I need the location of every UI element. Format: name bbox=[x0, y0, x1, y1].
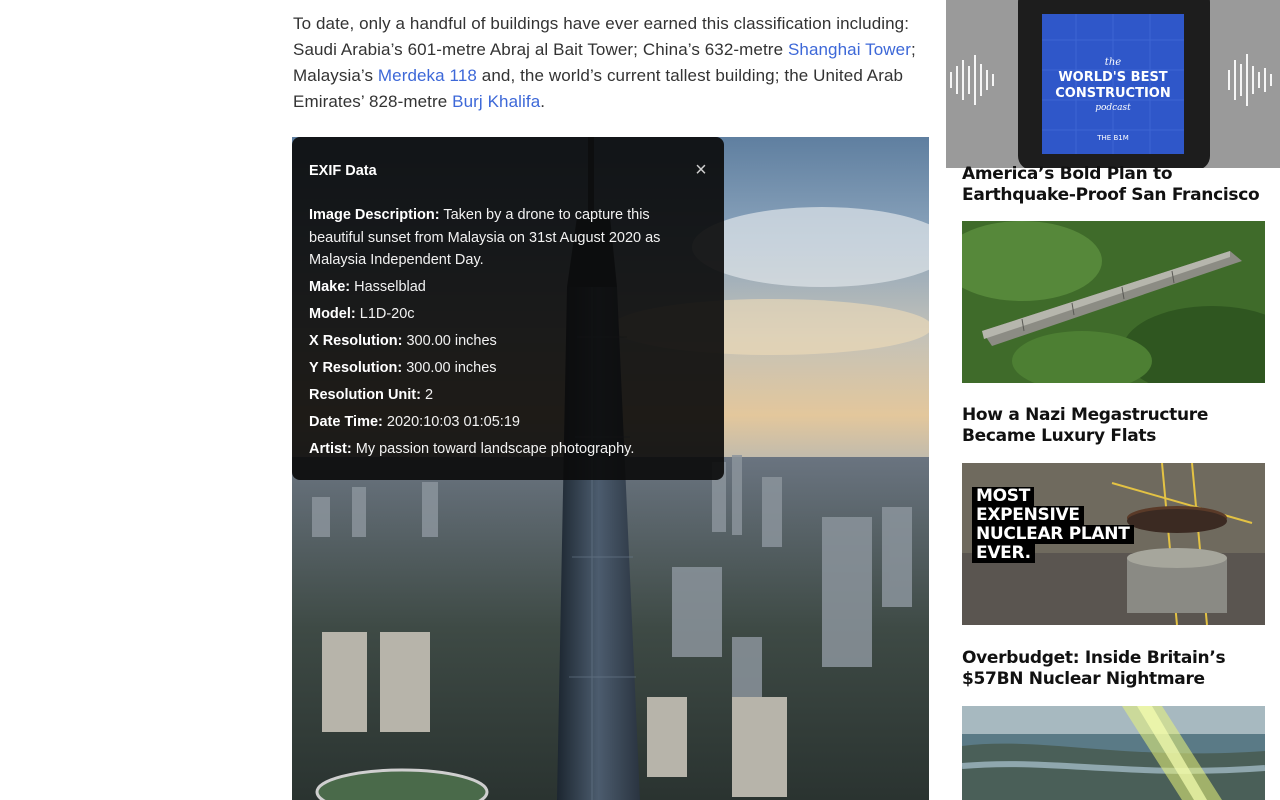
exif-label: Resolution Unit: bbox=[309, 387, 421, 403]
exif-value: 300.00 inches bbox=[406, 333, 497, 349]
sidebar-article-thumbnail[interactable] bbox=[962, 706, 1265, 800]
sidebar-article-thumbnail[interactable] bbox=[962, 221, 1265, 383]
sidebar-article-title[interactable]: Overbudget: Inside Britain’s $57BN Nucle… bbox=[962, 648, 1262, 690]
exif-label: Image Description: bbox=[309, 207, 440, 223]
exif-label: X Resolution: bbox=[309, 333, 403, 349]
exif-row-resolution-unit: Resolution Unit: 2 bbox=[309, 384, 707, 407]
exif-row-description: Image Description: Taken by a drone to c… bbox=[309, 204, 707, 272]
podcast-banner[interactable]: the WORLD'S BEST CONSTRUCTION podcast TH… bbox=[946, 0, 1280, 168]
exif-row-y-resolution: Y Resolution: 300.00 inches bbox=[309, 357, 707, 380]
sidebar-article-title[interactable]: How a Nazi Megastructure Became Luxury F… bbox=[962, 405, 1262, 447]
podcast-line4: podcast bbox=[1095, 103, 1131, 113]
exif-row-artist: Artist: My passion toward landscape phot… bbox=[309, 438, 707, 461]
shanghai-tower-link[interactable]: Shanghai Tower bbox=[788, 40, 911, 59]
thumbnail-label: NUCLEAR PLANT bbox=[972, 525, 1134, 544]
thumbnail-label: EVER. bbox=[972, 544, 1035, 563]
exif-row-make: Make: Hasselblad bbox=[309, 276, 707, 299]
exif-value: Hasselblad bbox=[354, 279, 426, 295]
podcast-line3: CONSTRUCTION bbox=[1055, 86, 1170, 101]
article-text-4: . bbox=[540, 92, 546, 111]
exif-value: My passion toward landscape photography. bbox=[355, 441, 635, 457]
thumbnail-label: MOST bbox=[972, 487, 1035, 506]
exif-value: L1D-20c bbox=[359, 306, 415, 322]
exif-value: 2020:10:03 01:05:19 bbox=[386, 414, 520, 430]
b1m-logo: THE B1M bbox=[1096, 134, 1128, 142]
article-paragraph: To date, only a handful of buildings hav… bbox=[293, 11, 933, 115]
merdeka-118-link[interactable]: Merdeka 118 bbox=[378, 66, 477, 85]
sidebar-article-thumbnail[interactable]: MOST EXPENSIVE NUCLEAR PLANT EVER. bbox=[962, 463, 1265, 625]
exif-label: Y Resolution: bbox=[309, 360, 403, 376]
exif-label: Make: bbox=[309, 279, 351, 295]
podcast-line2: WORLD'S BEST bbox=[1058, 70, 1167, 85]
podcast-line1: the bbox=[1105, 57, 1121, 68]
burj-khalifa-link[interactable]: Burj Khalifa bbox=[452, 92, 540, 111]
exif-value: 300.00 inches bbox=[406, 360, 497, 376]
sidebar-article-title[interactable]: America’s Bold Plan to Earthquake-Proof … bbox=[962, 164, 1262, 206]
close-icon[interactable]: × bbox=[692, 160, 710, 180]
exif-title: EXIF Data bbox=[309, 163, 377, 179]
thumbnail-label: EXPENSIVE bbox=[972, 506, 1084, 525]
exif-row-model: Model: L1D-20c bbox=[309, 303, 707, 326]
exif-popup: EXIF Data × Image Description: Taken by … bbox=[292, 137, 724, 480]
exif-label: Artist: bbox=[309, 441, 352, 457]
exif-label: Model: bbox=[309, 306, 356, 322]
exif-row-date-time: Date Time: 2020:10:03 01:05:19 bbox=[309, 411, 707, 434]
exif-value: 2 bbox=[425, 387, 434, 403]
exif-row-x-resolution: X Resolution: 300.00 inches bbox=[309, 330, 707, 353]
exif-label: Date Time: bbox=[309, 414, 383, 430]
